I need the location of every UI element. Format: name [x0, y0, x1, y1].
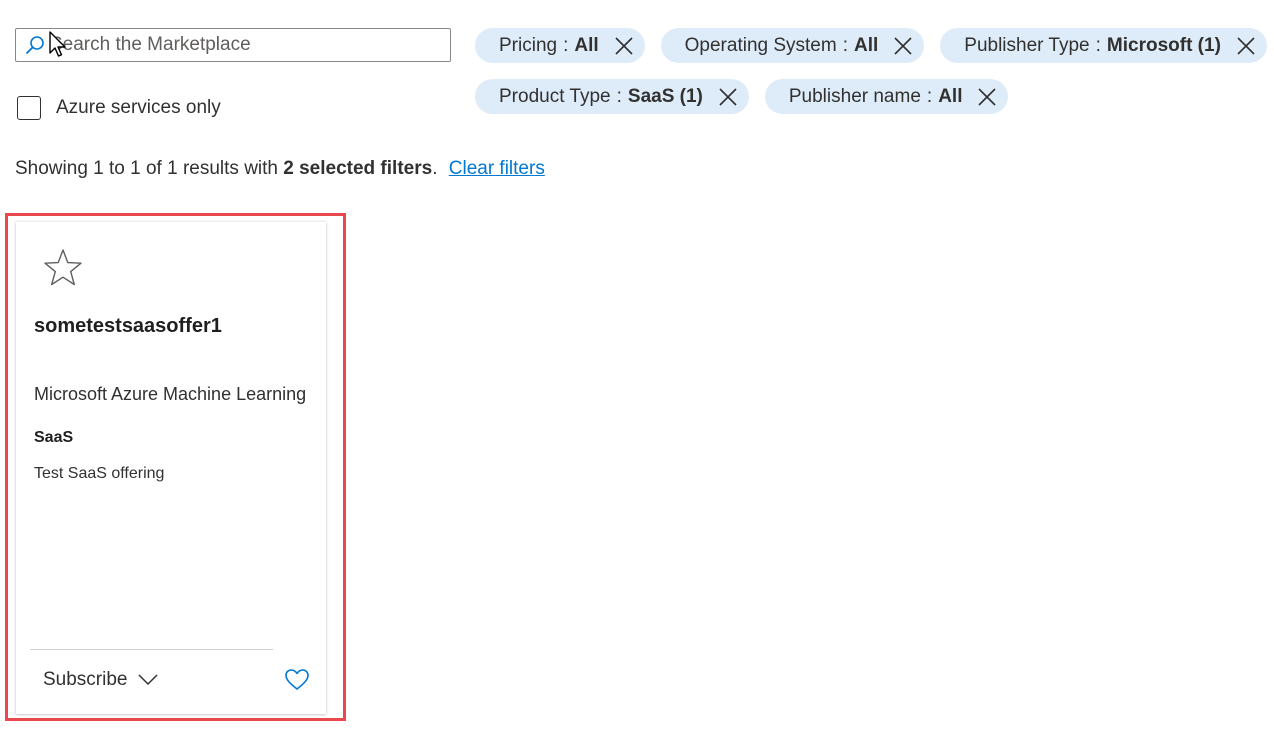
filter-pill-row-2: Product Type: SaaS (1) Publisher name: All: [475, 79, 1270, 114]
filter-pill-name: Operating System: [684, 34, 837, 56]
filter-pill-value: SaaS (1): [627, 85, 703, 107]
filter-pill-value: Microsoft (1): [1106, 34, 1221, 56]
azure-services-only-label: Azure services only: [56, 97, 221, 118]
filter-pill-operating-system[interactable]: Operating System: All: [660, 28, 925, 63]
filter-pill-name: Publisher Type: [964, 34, 1090, 56]
remove-filter-icon[interactable]: [1235, 35, 1257, 57]
offer-product-type: SaaS: [34, 429, 74, 446]
filter-pill-value: All: [938, 85, 963, 107]
star-icon[interactable]: [42, 247, 84, 289]
remove-filter-icon[interactable]: [892, 35, 914, 57]
offer-title: sometestsaasoffer1: [34, 315, 222, 337]
filter-pill-name: Pricing: [499, 34, 558, 56]
search-input[interactable]: [46, 30, 450, 60]
azure-services-only-checkbox[interactable]: [17, 96, 41, 120]
offer-publisher: Microsoft Azure Machine Learning: [34, 384, 307, 404]
filter-pill-value: All: [574, 34, 599, 56]
search-icon: [24, 34, 46, 56]
filter-pill-separator: :: [616, 85, 622, 107]
marketplace-page: Azure services only Pricing:All Operatin…: [0, 0, 1274, 736]
mouse-cursor-icon: [49, 31, 67, 59]
card-divider: [30, 649, 273, 650]
filter-pill-row-1: Pricing: All Operating System: All Publish…: [475, 28, 1270, 63]
filter-pill-value: All: [854, 34, 879, 56]
subscribe-button[interactable]: Subscribe: [43, 669, 158, 691]
heart-icon[interactable]: [284, 667, 310, 693]
results-prefix: Showing 1 to 1 of 1 results with: [15, 158, 278, 179]
filter-pill-separator: :: [1095, 34, 1101, 56]
search-box[interactable]: [15, 28, 451, 62]
remove-filter-icon[interactable]: [613, 35, 635, 57]
subscribe-label: Subscribe: [43, 669, 128, 690]
filter-pill-product-type[interactable]: Product Type: SaaS (1): [475, 79, 749, 114]
remove-filter-icon[interactable]: [976, 86, 998, 108]
results-summary: Showing 1 to 1 of 1 results with 2 selec…: [15, 158, 545, 180]
filter-pill-publisher-name[interactable]: Publisher name: All: [764, 79, 1009, 114]
filter-pill-pricing[interactable]: Pricing: All: [475, 28, 645, 63]
chevron-down-icon: [137, 670, 158, 690]
filter-pill-separator: :: [842, 34, 848, 56]
offer-description: Test SaaS offering: [34, 465, 165, 482]
filter-pill-publisher-type[interactable]: Publisher Type: Microsoft (1): [940, 28, 1267, 63]
clear-filters-link[interactable]: Clear filters: [449, 158, 545, 179]
remove-filter-icon[interactable]: [717, 86, 739, 108]
azure-services-only-row[interactable]: Azure services only: [17, 96, 221, 120]
filter-pill-separator: :: [926, 85, 933, 107]
offer-card[interactable]: sometestsaasoffer1 Microsoft Azure Machi…: [16, 222, 326, 714]
filter-pill-separator: :: [563, 34, 569, 56]
results-suffix: .: [432, 158, 438, 179]
filter-pill-name: Product Type: [499, 85, 611, 107]
filter-pill-name: Publisher name: [788, 85, 921, 107]
filter-pills: Pricing: All Operating System: All Publish…: [475, 28, 1270, 130]
results-selected-filters: 2 selected filters: [283, 158, 433, 179]
